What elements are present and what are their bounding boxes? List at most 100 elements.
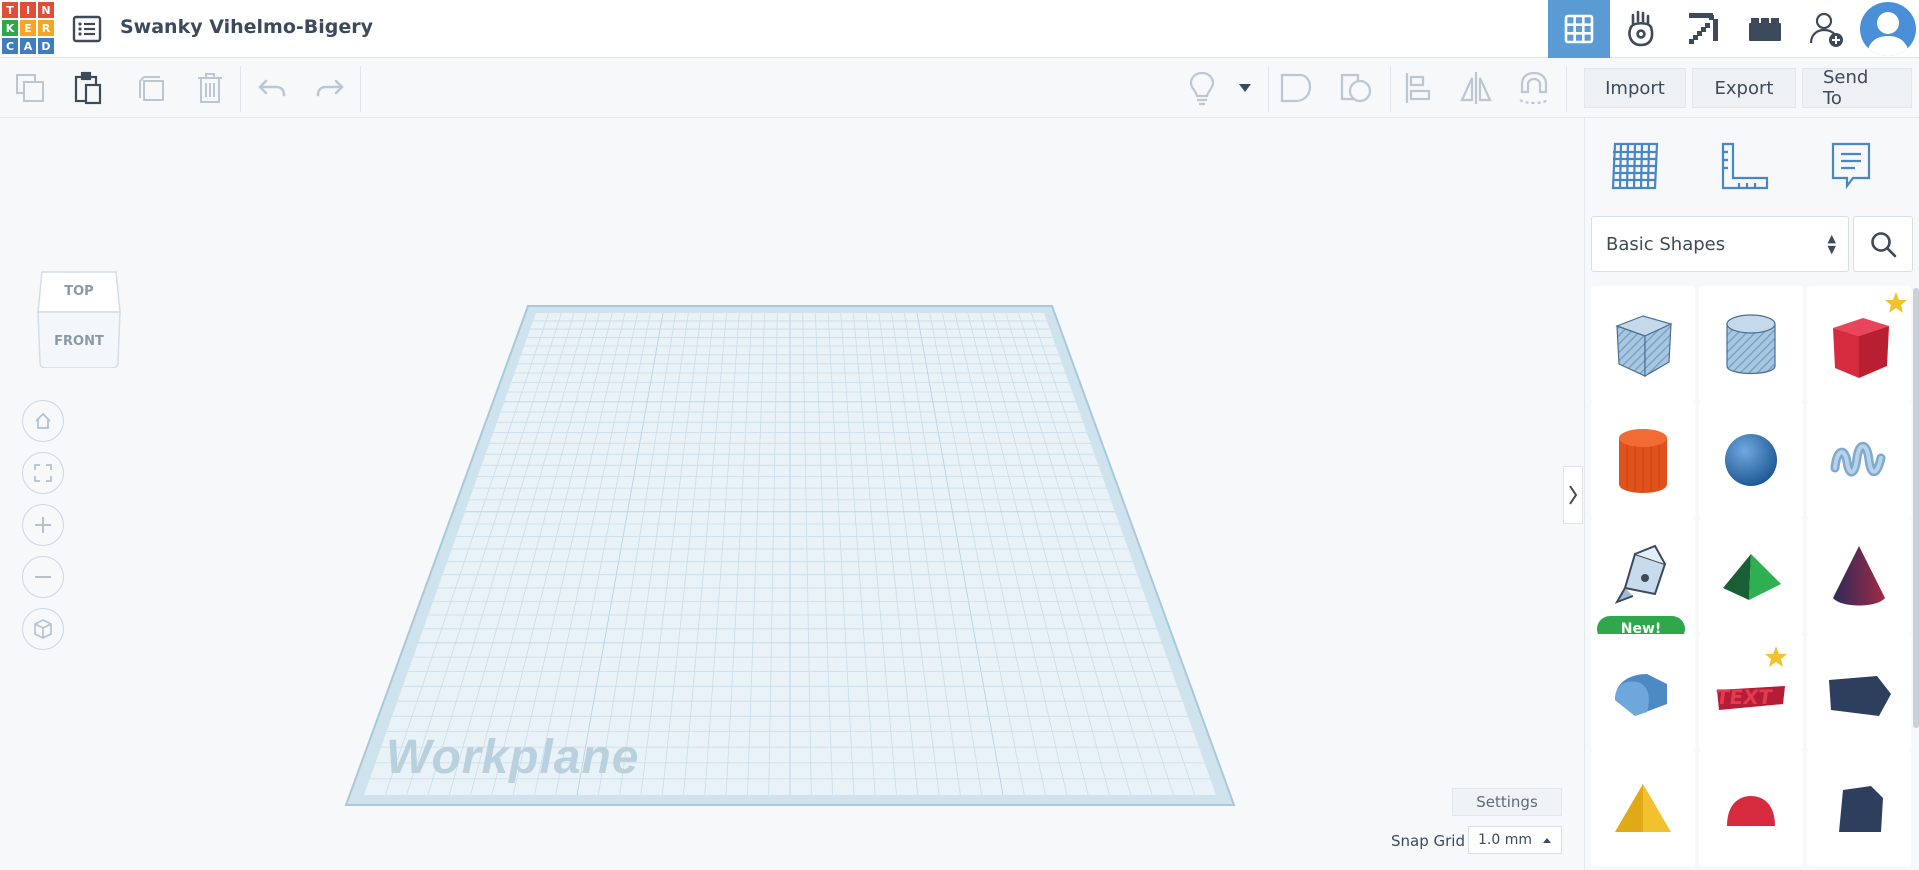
shape-tile-box-hole[interactable] xyxy=(1591,286,1695,402)
tinkercad-editor: T I N K E R C A D Swanky Vihelmo-Bigery xyxy=(0,0,1919,870)
ruler-icon[interactable] xyxy=(1713,136,1773,196)
logo-letter: K xyxy=(2,20,18,36)
toolbar-separator xyxy=(1566,66,1567,112)
minecraft-pickaxe-icon[interactable] xyxy=(1672,0,1734,58)
search-icon[interactable] xyxy=(1853,216,1913,272)
logo-letter: A xyxy=(20,38,36,54)
shape-category-select[interactable]: Basic Shapes ▲ ▼ xyxy=(1591,216,1849,272)
snap-grid-label: Snap Grid xyxy=(1391,832,1465,850)
user-avatar[interactable] xyxy=(1860,2,1916,56)
round-roof-icon xyxy=(1615,674,1667,716)
half-sphere-icon xyxy=(1727,796,1775,826)
box-hole-icon xyxy=(1615,315,1673,378)
fit-view-icon[interactable] xyxy=(22,452,64,494)
3d-design-grid-icon[interactable] xyxy=(1548,0,1610,58)
copy-icon[interactable] xyxy=(12,70,48,106)
shape-tile-cone[interactable] xyxy=(1807,518,1911,634)
workplane-grid[interactable] xyxy=(0,118,1565,870)
view-cube-front-label[interactable]: FRONT xyxy=(36,334,122,349)
scribble-icon xyxy=(1830,441,1886,477)
dropdown-caret-icon[interactable] xyxy=(1230,70,1260,106)
notes-icon[interactable] xyxy=(1821,136,1881,196)
send-to-button[interactable]: Send To xyxy=(1802,67,1912,109)
shape-category-value: Basic Shapes xyxy=(1606,233,1726,255)
snap-grid-value: 1.0 mm xyxy=(1478,832,1532,848)
toolbar-separator xyxy=(1390,66,1391,112)
zoom-in-icon[interactable] xyxy=(22,504,64,546)
cylinder-icon xyxy=(1619,429,1667,493)
edit-toolbar: Import Export Send To xyxy=(0,58,1919,118)
delete-icon[interactable] xyxy=(192,70,228,106)
export-button[interactable]: Export xyxy=(1692,68,1796,108)
shape-tile-graphics[interactable]: New! xyxy=(1591,518,1695,642)
shape-tile-box[interactable] xyxy=(1807,286,1911,402)
box-icon xyxy=(1833,318,1889,378)
tinkercad-logo[interactable]: T I N K E R C A D xyxy=(2,2,56,56)
shape-tile-roof[interactable] xyxy=(1699,518,1803,634)
settings-button[interactable]: Settings xyxy=(1452,788,1562,816)
shape-tile-pyramid[interactable] xyxy=(1591,750,1695,866)
shape-tile-text[interactable]: TEXT xyxy=(1699,634,1803,750)
top-header: T I N K E R C A D Swanky Vihelmo-Bigery xyxy=(0,0,1919,58)
chevron-up-icon xyxy=(1543,838,1551,843)
toolbar-separator xyxy=(240,66,241,112)
shape-tile-cylinder[interactable] xyxy=(1591,402,1695,518)
toolbar-separator xyxy=(1268,66,1269,112)
svg-text:TEXT: TEXT xyxy=(1714,685,1774,709)
favorite-star-icon[interactable] xyxy=(1883,290,1909,316)
shape-tile-half-sphere[interactable] xyxy=(1699,750,1803,866)
group-icon[interactable] xyxy=(1278,70,1314,106)
logo-letter: I xyxy=(20,2,36,18)
align-icon[interactable] xyxy=(1400,70,1436,106)
cone-icon xyxy=(1833,546,1885,606)
cylinder-hole-icon xyxy=(1726,314,1776,375)
mirror-icon[interactable] xyxy=(1458,70,1494,106)
workplane-grid-icon[interactable] xyxy=(1605,136,1665,196)
pyramid-icon xyxy=(1615,784,1671,832)
logo-letter: N xyxy=(38,2,54,18)
shape-tile-sphere[interactable] xyxy=(1699,402,1803,518)
wedge-icon xyxy=(1829,676,1891,716)
panel-collapse-toggle[interactable] xyxy=(1563,466,1583,524)
logo-letter: E xyxy=(20,20,36,36)
logo-letter: T xyxy=(2,2,18,18)
design-title[interactable]: Swanky Vihelmo-Bigery xyxy=(120,16,373,38)
lightbulb-icon[interactable] xyxy=(1184,70,1220,106)
zoom-out-icon[interactable] xyxy=(22,556,64,598)
duplicate-icon[interactable] xyxy=(132,70,168,106)
polygon-icon xyxy=(1839,786,1883,832)
invite-user-icon[interactable] xyxy=(1796,0,1858,58)
perspective-icon[interactable] xyxy=(22,608,64,650)
logo-letter: C xyxy=(2,38,18,54)
design-list-icon[interactable] xyxy=(72,14,102,44)
toolbar-separator xyxy=(360,66,361,112)
workplane-label: Workplane xyxy=(386,731,640,784)
magnet-icon[interactable] xyxy=(1516,70,1552,106)
ungroup-icon[interactable] xyxy=(1338,70,1374,106)
logo-letter: R xyxy=(38,20,54,36)
lego-brick-icon[interactable] xyxy=(1734,0,1796,58)
shape-tile-scribble[interactable] xyxy=(1807,402,1911,518)
shape-tile-wedge[interactable] xyxy=(1807,634,1911,750)
graphics-pen-icon xyxy=(1614,544,1667,604)
undo-icon[interactable] xyxy=(254,70,290,106)
view-cube[interactable]: TOP FRONT xyxy=(36,268,122,369)
shape-tile-round-roof[interactable] xyxy=(1591,634,1695,750)
logo-letter: D xyxy=(38,38,54,54)
home-view-icon[interactable] xyxy=(22,400,64,442)
panel-scrollbar[interactable] xyxy=(1913,288,1919,728)
shape-tile-polygon[interactable] xyxy=(1807,750,1911,866)
3d-viewport[interactable]: Workplane TOP FRONT Settings Snap Grid 1… xyxy=(0,118,1565,870)
snap-grid-select[interactable]: 1.0 mm xyxy=(1468,826,1562,854)
shape-tile-cylinder-hole[interactable] xyxy=(1699,286,1803,402)
roof-icon xyxy=(1723,554,1781,600)
view-cube-top-label[interactable]: TOP xyxy=(36,284,122,299)
import-button[interactable]: Import xyxy=(1584,68,1686,108)
shapes-panel: Basic Shapes ▲ ▼ New! TEXT xyxy=(1584,118,1919,870)
circuits-hand-icon[interactable] xyxy=(1610,0,1672,58)
redo-icon[interactable] xyxy=(312,70,348,106)
favorite-star-icon[interactable] xyxy=(1763,644,1789,670)
paste-icon[interactable] xyxy=(70,70,106,106)
select-arrows-icon: ▲ ▼ xyxy=(1827,232,1836,256)
sphere-icon xyxy=(1725,434,1777,486)
